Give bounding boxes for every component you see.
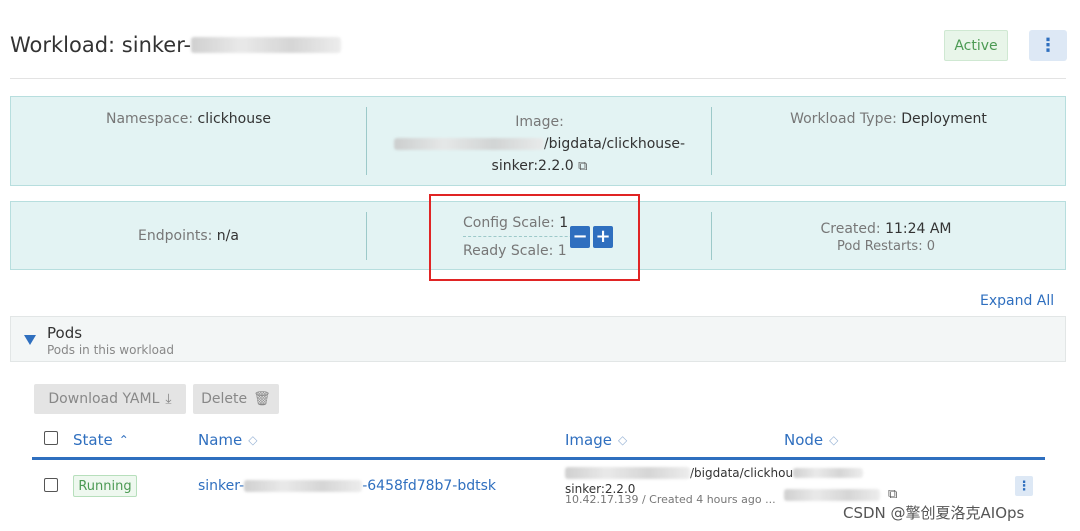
workload-type-label: Workload Type:: [790, 111, 897, 127]
redacted-registry: [393, 138, 544, 150]
copy-icon[interactable]: ⧉: [888, 487, 897, 502]
image-value-line2: sinker:2.2.0 ⧉: [367, 155, 712, 178]
delete-label: Delete: [201, 391, 248, 407]
pod-restarts-value: 0: [926, 239, 935, 254]
table-header-divider: [32, 457, 1045, 460]
kebab-vertical-icon: ⋮: [1039, 35, 1057, 56]
header-divider: [10, 78, 1066, 79]
sort-asc-icon: ⌃: [118, 433, 129, 447]
image-value-line1: /bigdata/clickhouse-: [367, 133, 712, 155]
pod-name-prefix: sinker-: [198, 478, 245, 494]
workload-type-value: Deployment: [901, 111, 987, 127]
redacted-workload-name: [191, 37, 342, 53]
pod-name-suffix: -6458fd78b7-bdtsk: [362, 478, 497, 494]
node-header-label: Node: [784, 431, 824, 449]
column-header-name[interactable]: Name ◇: [198, 431, 258, 449]
created-value: 11:24 AM: [885, 221, 952, 237]
pod-image-path: /bigdata/clickhou: [690, 466, 794, 480]
expand-all-link[interactable]: Expand All: [980, 293, 1054, 309]
image-cell: Image: /bigdata/clickhouse- sinker:2.2.0…: [367, 97, 712, 185]
pods-subtitle: Pods in this workload: [47, 343, 174, 357]
image-tag-text: sinker:2.2.0: [491, 158, 574, 174]
created-label: Created:: [820, 221, 881, 237]
pod-node: ⧉: [784, 487, 897, 502]
redacted-node: [784, 488, 880, 501]
redacted-registry: [565, 467, 690, 479]
scale-highlight-box: [429, 194, 640, 281]
pod-state-badge: Running: [73, 475, 137, 497]
pod-restarts-label: Pod Restarts:: [836, 239, 923, 254]
column-header-state[interactable]: State ⌃: [73, 431, 129, 449]
status-badge: Active: [944, 30, 1008, 61]
pod-actions-button[interactable]: ⋮: [1015, 476, 1033, 496]
state-header-label: State: [73, 431, 113, 449]
pod-name-link[interactable]: sinker- -6458fd78b7-bdtsk: [198, 478, 496, 494]
page-title-text: Workload: sinker-: [10, 33, 192, 57]
row-checkbox[interactable]: [44, 478, 58, 492]
pod-ip-created: 10.42.17.139 / Created 4 hours ago ...: [565, 493, 776, 506]
image-header-label: Image: [565, 431, 612, 449]
image-path-text: /bigdata/clickhouse-: [543, 136, 686, 152]
watermark: CSDN @擎创夏洛克AIOps: [843, 504, 1025, 522]
info-divider: [711, 212, 712, 260]
sort-icon: ◇: [829, 433, 839, 447]
endpoints-cell: Endpoints: n/a: [11, 202, 366, 269]
page-title: Workload: sinker-: [10, 33, 342, 57]
redacted-image-tail: [793, 468, 864, 478]
info-divider: [366, 212, 367, 260]
workload-type-cell: Workload Type: Deployment: [712, 97, 1065, 185]
image-label: Image:: [515, 114, 564, 130]
copy-icon[interactable]: ⧉: [578, 159, 587, 174]
redacted-pod-name: [244, 480, 363, 492]
workload-actions-button[interactable]: ⋮: [1029, 30, 1067, 61]
pods-section-header[interactable]: Pods Pods in this workload: [10, 316, 1066, 362]
page-header: Workload: sinker- Active ⋮: [0, 0, 1080, 90]
namespace-cell: Namespace: clickhouse: [11, 97, 366, 185]
pods-title: Pods: [47, 324, 83, 342]
column-header-node[interactable]: Node ◇: [784, 431, 838, 449]
sort-icon: ◇: [248, 433, 258, 447]
download-yaml-button[interactable]: Download YAML ⤓: [34, 384, 186, 414]
endpoints-value: n/a: [216, 228, 239, 244]
column-header-image[interactable]: Image ◇: [565, 431, 627, 449]
select-all-checkbox[interactable]: [44, 431, 58, 445]
created-cell: Created: 11:24 AM Pod Restarts: 0: [771, 202, 1001, 269]
download-yaml-label: Download YAML: [48, 391, 160, 407]
namespace-value: clickhouse: [197, 111, 272, 127]
endpoints-label: Endpoints:: [138, 228, 213, 244]
workload-info-top: Namespace: clickhouse Image: /bigdata/cl…: [10, 96, 1066, 186]
trash-icon: 🗑: [253, 391, 271, 407]
kebab-vertical-icon: ⋮: [1017, 478, 1031, 494]
namespace-label: Namespace:: [105, 111, 194, 127]
sort-icon: ◇: [617, 433, 628, 447]
download-icon: ⤓: [165, 391, 172, 407]
name-header-label: Name: [198, 431, 243, 449]
caret-down-icon[interactable]: [24, 335, 36, 345]
delete-button[interactable]: Delete 🗑: [193, 384, 279, 414]
